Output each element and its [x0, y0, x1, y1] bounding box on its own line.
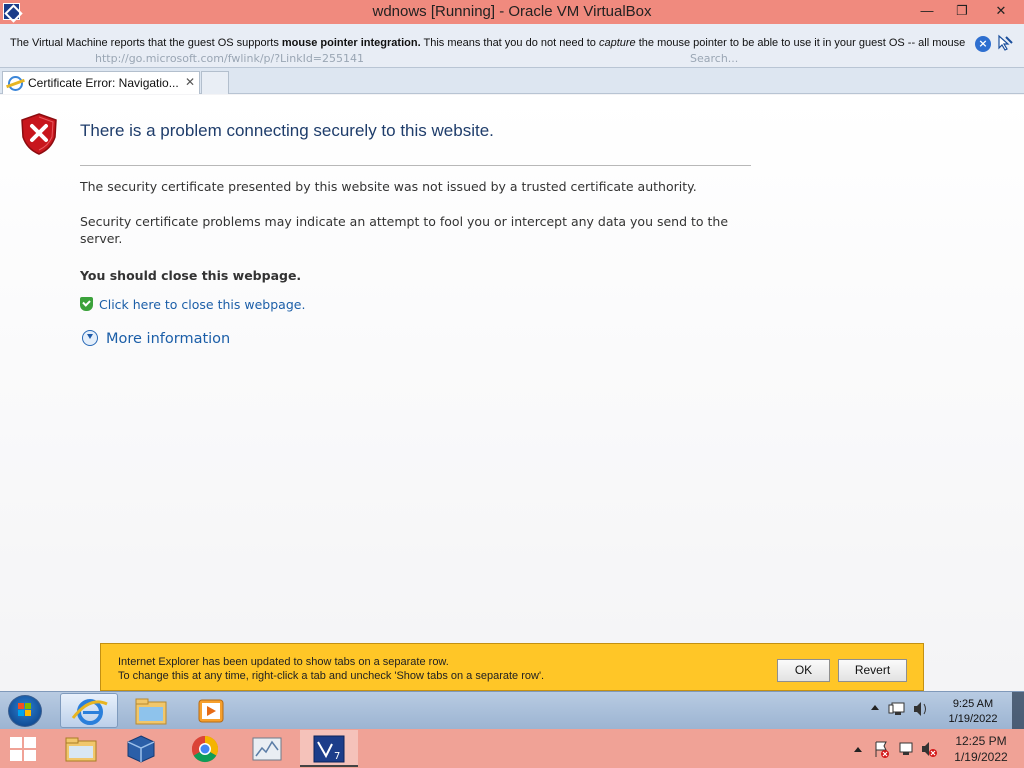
- guest-start-button[interactable]: [6, 694, 46, 728]
- revert-button[interactable]: Revert: [838, 659, 907, 682]
- more-information-toggle[interactable]: More information: [82, 330, 230, 347]
- host-start-button[interactable]: [10, 737, 38, 761]
- host-taskbar-virtualbox[interactable]: [112, 730, 170, 767]
- security-warning-text: Security certificate problems may indica…: [80, 214, 729, 246]
- virtualbox-app-icon[interactable]: [3, 3, 20, 20]
- close-notification-icon[interactable]: ×: [975, 36, 991, 52]
- host-taskbar: 7 12:25 PM 1/19/2022: [0, 729, 1024, 768]
- virtualbox-icon: [127, 735, 155, 763]
- browser-tab-strip: Certificate Error: Navigatio... ✕: [0, 68, 1024, 94]
- host-taskbar-chrome[interactable]: [176, 730, 234, 767]
- host-clock[interactable]: 12:25 PM 1/19/2022: [948, 733, 1014, 765]
- certificate-error-text: The security certificate presented by th…: [80, 179, 697, 194]
- media-player-icon: [198, 699, 224, 723]
- close-webpage-link[interactable]: Click here to close this webpage.: [80, 297, 305, 312]
- file-explorer-icon: [65, 737, 97, 762]
- ie-info-bar: Internet Explorer has been updated to sh…: [100, 643, 924, 691]
- host-taskbar-virtualbox-vm[interactable]: 7: [300, 730, 358, 767]
- ghost-address-bar: http://go.microsoft.com/fwlink/p/?LinkId…: [95, 52, 365, 65]
- host-system-tray: [850, 737, 945, 761]
- chrome-icon: [191, 735, 219, 763]
- internet-explorer-icon: [71, 699, 108, 725]
- guest-taskbar: 9:25 AM 1/19/2022: [0, 691, 1024, 729]
- page-content: There is a problem connecting securely t…: [0, 95, 1024, 691]
- tab-certificate-error[interactable]: Certificate Error: Navigatio... ✕: [2, 71, 200, 94]
- green-shield-icon: [80, 297, 93, 311]
- action-center-flag-icon[interactable]: [875, 741, 889, 758]
- tab-label: Certificate Error: Navigatio...: [28, 76, 179, 90]
- volume-icon[interactable]: [914, 702, 926, 716]
- svg-text:7: 7: [334, 751, 340, 762]
- system-monitor-icon: [252, 737, 282, 761]
- host-taskbar-file-explorer[interactable]: [52, 730, 110, 767]
- vbox-notification-bar: http://go.microsoft.com/fwlink/p/?LinkId…: [0, 24, 1024, 68]
- internet-explorer-icon: [8, 76, 23, 91]
- network-icon[interactable]: [888, 702, 905, 715]
- show-desktop-button[interactable]: [1012, 692, 1024, 729]
- ok-button[interactable]: OK: [777, 659, 830, 682]
- show-hidden-icons-icon[interactable]: [871, 705, 879, 710]
- recommendation-text: You should close this webpage.: [80, 268, 302, 283]
- minimize-button[interactable]: —: [910, 0, 944, 24]
- new-tab-button[interactable]: [201, 71, 229, 94]
- info-bar-message: Internet Explorer has been updated to sh…: [118, 656, 545, 682]
- host-window-title: wdnows [Running] - Oracle VM VirtualBox: [372, 3, 652, 20]
- volume-muted-icon[interactable]: [922, 742, 937, 757]
- error-shield-icon: [21, 113, 57, 155]
- notification-message: The Virtual Machine reports that the gue…: [10, 37, 966, 49]
- taskbar-internet-explorer[interactable]: [60, 693, 118, 728]
- page-title: There is a problem connecting securely t…: [80, 121, 494, 140]
- taskbar-media-player[interactable]: [182, 693, 240, 728]
- show-hidden-icons-icon[interactable]: [854, 747, 862, 752]
- host-taskbar-system-monitor[interactable]: [238, 730, 296, 767]
- virtualbox-vm-icon: 7: [313, 735, 345, 763]
- host-title-bar: wdnows [Running] - Oracle VM VirtualBox …: [0, 0, 1024, 24]
- ghost-search-box: Search...: [690, 52, 739, 65]
- mouse-integration-icon[interactable]: [996, 34, 1014, 52]
- network-icon[interactable]: [899, 742, 913, 755]
- divider: [80, 165, 751, 166]
- windows-flag-icon: [18, 703, 32, 717]
- taskbar-file-explorer[interactable]: [122, 693, 180, 728]
- file-explorer-icon: [135, 698, 167, 725]
- chevron-down-icon: [82, 330, 98, 346]
- close-tab-icon[interactable]: ✕: [185, 75, 195, 89]
- close-button[interactable]: ✕: [980, 0, 1022, 24]
- restore-button[interactable]: ❐: [945, 0, 979, 24]
- guest-clock[interactable]: 9:25 AM 1/19/2022: [938, 697, 1008, 727]
